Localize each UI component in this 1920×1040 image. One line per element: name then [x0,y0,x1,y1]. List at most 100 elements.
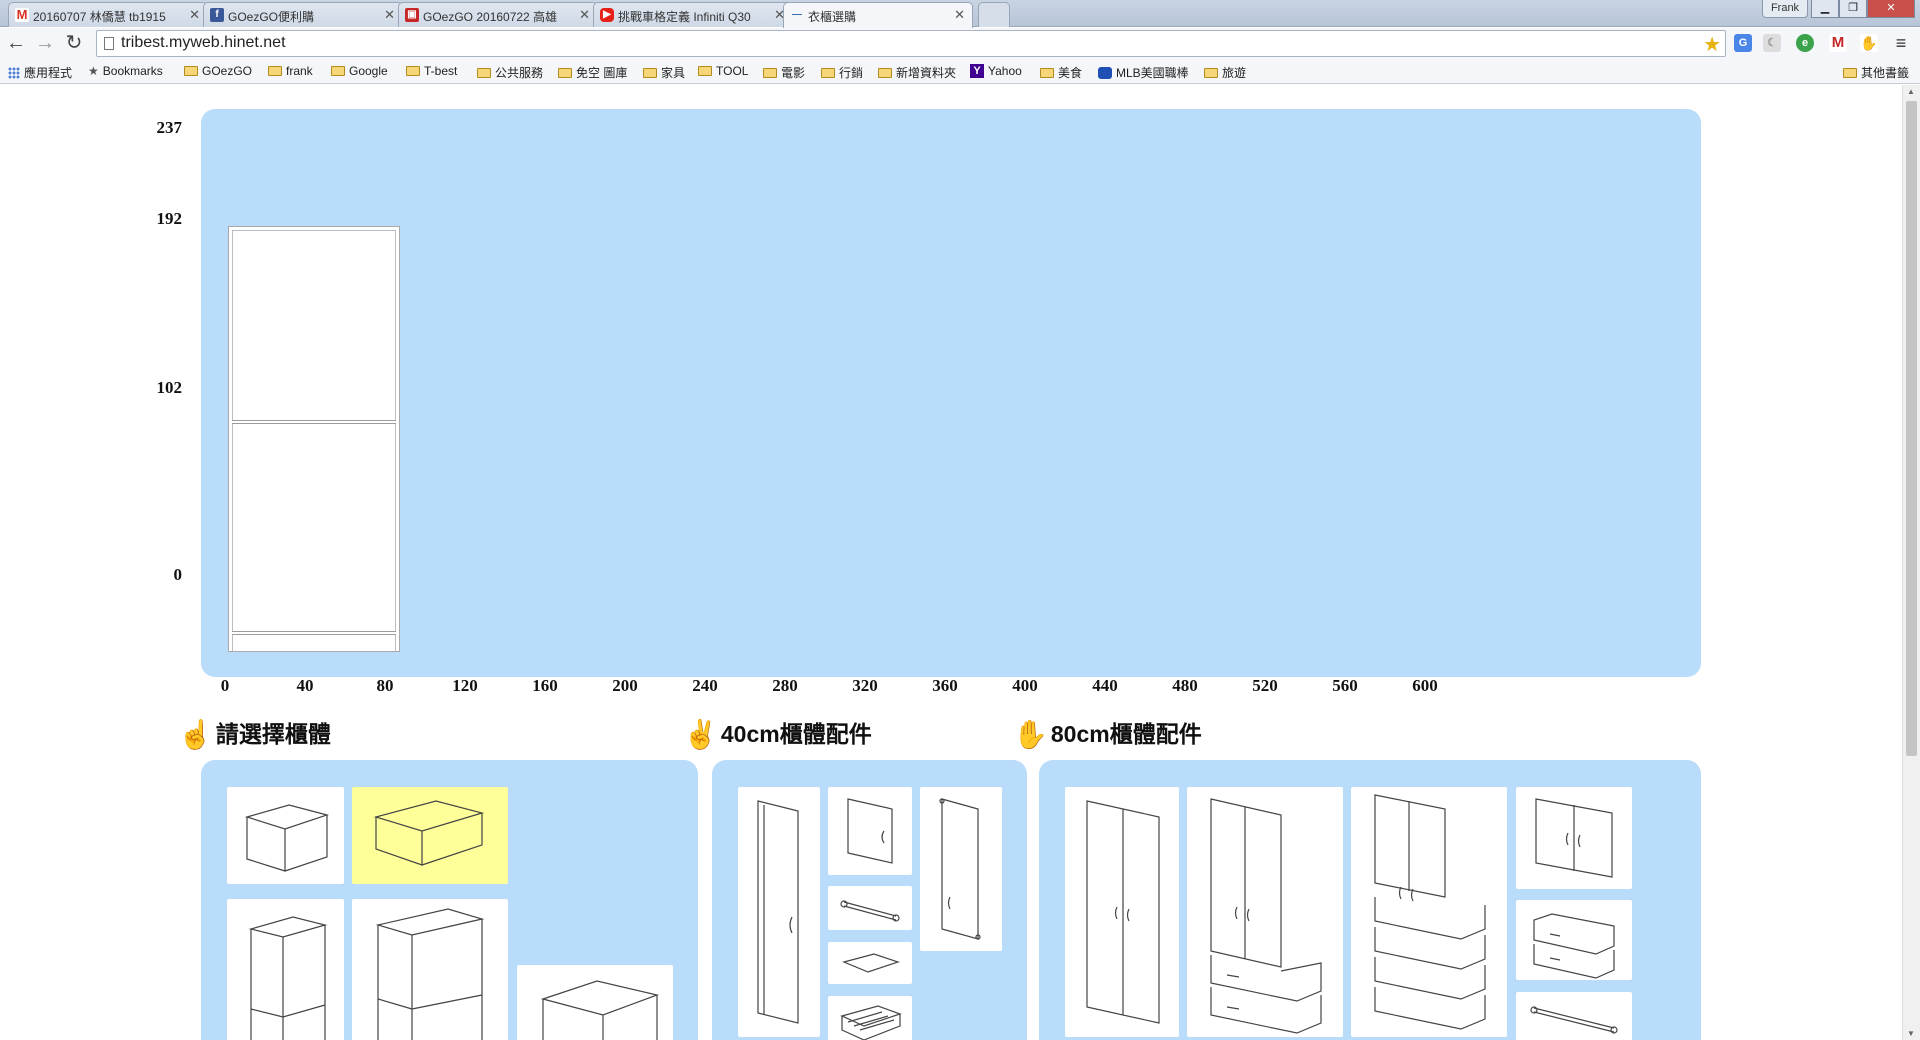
translate-icon[interactable]: G [1734,34,1752,52]
yahoo-icon: Y [970,64,984,78]
hanging-rod-drawing [1530,1006,1618,1034]
y-axis-tick: 237 [156,118,183,137]
accessories-80-panel [1039,760,1701,1040]
accessory-40-wire-basket[interactable] [828,996,912,1040]
cabinet-frame [232,229,396,651]
cabinet-option-40-tall[interactable] [227,899,344,1040]
tab-facebook[interactable]: f GOezGO便利購 ✕ [203,2,403,27]
scroll-down-icon[interactable]: ▼ [1907,1029,1915,1038]
new-tab-button[interactable] [978,2,1010,27]
section-title-text: 40cm櫃體配件 [720,721,872,747]
tab-goezgo[interactable]: ▣ GOezGO 20160722 高雄 ✕ [398,2,598,27]
reload-icon[interactable]: ↻ [62,32,86,56]
bookmark-label: 美食 [1058,66,1083,80]
accessory-80-two-drawers[interactable] [1516,900,1632,980]
bookmark-apps[interactable]: 應用程式 [8,64,72,81]
bookmark-gallery[interactable]: 免空 圖庫 [558,64,627,81]
bookmark-label: GOezGO [202,64,253,78]
cabinet-shelf [232,419,396,424]
folder-icon [477,67,491,78]
mlb-icon [1098,66,1112,79]
bookmark-star-icon[interactable]: ★ [1703,32,1721,57]
address-bar[interactable]: tribest.myweb.hinet.net ★ [96,30,1726,57]
forward-icon[interactable]: → [33,32,57,56]
accessories-40-title: ✌ 40cm櫃體配件 [683,715,872,749]
profile-button[interactable]: Frank [1762,0,1808,18]
scroll-up-icon[interactable]: ▲ [1907,87,1915,96]
x-axis-tick: 360 [932,676,958,695]
bookmark-bookmarks[interactable]: ★ Bookmarks [88,64,163,78]
bookmark-label: 電影 [781,66,806,80]
cabinet-select-title: ☝ 請選擇櫃體 [178,715,331,749]
page-icon [104,37,114,50]
accessory-80-hanging-rod[interactable] [1516,992,1632,1040]
bookmark-mlb[interactable]: MLB美國職棒 [1098,64,1189,81]
y-axis-tick: 192 [156,209,183,228]
apps-icon [8,66,20,79]
bookmark-new-folder[interactable]: 新增資料夾 [878,64,956,81]
gmail-icon: M [15,7,29,22]
folder-icon [268,66,282,76]
accessory-40-small-door[interactable] [828,787,912,875]
cabinet-option-80-low[interactable] [517,965,673,1040]
vertical-scrollbar[interactable]: ▲ ▼ [1902,85,1920,1040]
layout-canvas[interactable] [201,109,1701,677]
bookmark-label: 免空 圖庫 [576,66,628,80]
moon-icon[interactable]: ☾ [1763,34,1781,52]
accessory-80-small-double-door[interactable] [1516,787,1632,889]
bookmark-food[interactable]: 美食 [1040,64,1082,81]
bookmark-yahoo[interactable]: Y Yahoo [970,64,1022,78]
minimize-icon[interactable]: ▁ [1811,0,1839,18]
x-axis-tick: 0 [220,676,230,695]
bookmark-movies[interactable]: 電影 [763,64,805,81]
mirror-door-drawing [939,798,981,940]
bookmarks-bar: 應用程式 ★ Bookmarks GOezGO frank Google T-be… [0,60,1920,84]
bookmark-marketing[interactable]: 行銷 [821,64,863,81]
bookmark-furniture[interactable]: 家具 [643,64,685,81]
gmail-checker-icon[interactable]: M [1829,34,1847,52]
folder-icon [406,66,420,76]
cabinet-option-80-short[interactable] [352,787,508,884]
accessory-40-mirror-door[interactable] [920,787,1002,951]
cabinet-option-40-short[interactable] [227,787,344,884]
restore-icon[interactable]: ❐ [1839,0,1867,18]
bookmark-tbest[interactable]: T-best [406,64,457,78]
close-window-icon[interactable]: ✕ [1867,0,1915,18]
door-drawers-drawing [1210,798,1322,1034]
bookmark-public[interactable]: 公共服務 [477,64,543,81]
tab-gmail[interactable]: M 20160707 林僑慧 tb1915 ✕ [8,2,208,27]
back-icon[interactable]: ← [4,32,28,56]
cabinet-option-80-tall[interactable] [352,899,508,1040]
small-door-drawing [847,798,893,864]
close-icon[interactable]: ✕ [384,7,395,23]
tab-youtube[interactable]: ▶ 挑戰車格定義 Infiniti Q30 ✕ [593,2,793,27]
placed-cabinet[interactable] [228,225,400,652]
bookmark-tool[interactable]: TOOL [698,64,748,78]
bookmark-travel[interactable]: 旅遊 [1204,64,1246,81]
tab-wardrobe[interactable]: — 衣櫃選購 ✕ [783,2,973,28]
scrollbar-thumb[interactable] [1906,101,1917,756]
page-content: 237 192 102 0 0 40 80 120 160 200 240 280 320 360… [0,85,1902,1040]
bookmark-frank[interactable]: frank [268,64,313,78]
bookmark-google[interactable]: Google [331,64,388,78]
cabinet-40-tall-drawing [248,916,328,1040]
close-icon[interactable]: ✕ [954,7,965,23]
accessory-40-shelf[interactable] [828,942,912,984]
bookmark-label: Google [349,64,388,78]
bookmark-goezgo[interactable]: GOezGO [184,64,252,78]
folder-icon [821,67,835,78]
accessory-40-hanging-rod[interactable] [828,886,912,930]
tab-title: 20160707 林僑慧 tb1915 [33,10,166,24]
accessory-80-door-with-drawers[interactable] [1187,787,1343,1037]
close-icon[interactable]: ✕ [189,7,200,23]
hand-icon[interactable]: ✋ [1860,34,1878,52]
evernote-icon[interactable]: e [1796,34,1814,52]
accessory-40-tall-door[interactable] [738,787,820,1037]
x-axis-tick: 600 [1412,676,1438,695]
section-title-text: 請選擇櫃體 [215,721,331,747]
accessory-80-double-door[interactable] [1065,787,1179,1037]
bookmark-other[interactable]: 其他書籤 [1843,64,1909,81]
accessory-80-door-with-four-drawers[interactable] [1351,787,1507,1037]
close-icon[interactable]: ✕ [579,7,590,23]
menu-icon[interactable]: ≡ [1892,34,1910,52]
